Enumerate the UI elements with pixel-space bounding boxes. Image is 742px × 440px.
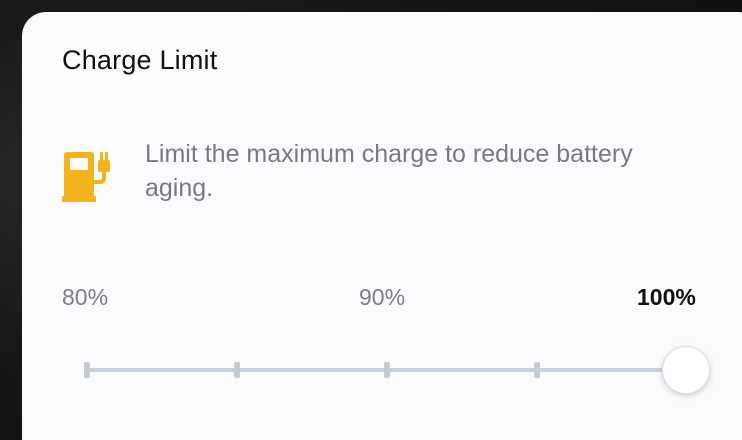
slider-stop: [384, 362, 390, 378]
card-title: Charge Limit: [62, 45, 218, 75]
charge-limit-card: Charge Limit Limit the maximum charge to…: [22, 12, 742, 440]
slider-label-80: 80%: [62, 284, 109, 310]
fuel-charger-icon: [62, 146, 120, 204]
slider-stop: [84, 362, 90, 378]
slider-label-90: 90%: [359, 284, 406, 310]
charge-limit-slider[interactable]: [78, 346, 728, 394]
slider-label-100: 100%: [637, 284, 696, 310]
slider-stop: [234, 362, 240, 378]
slider-thumb[interactable]: [662, 346, 710, 394]
description-text: Limit the maximum charge to reduce batte…: [145, 140, 633, 202]
slider-stop: [534, 362, 540, 378]
